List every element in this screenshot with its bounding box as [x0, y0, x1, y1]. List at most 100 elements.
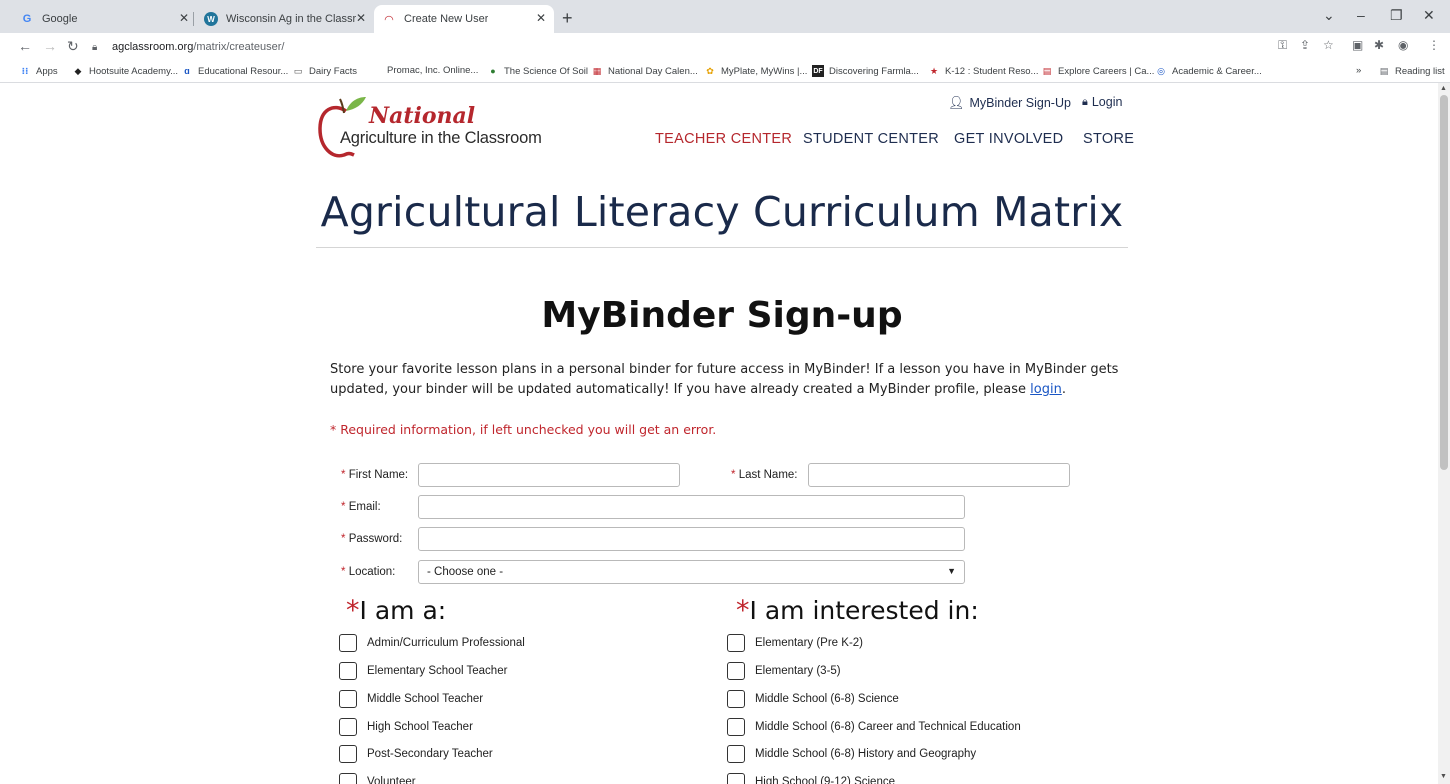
wordpress-icon: W: [204, 12, 218, 26]
checkbox-box[interactable]: [339, 773, 357, 784]
vertical-scrollbar[interactable]: ▲ ▼: [1438, 83, 1450, 784]
bookmark-apps[interactable]: ⁝⁝ Apps: [19, 65, 58, 77]
forward-arrow-icon[interactable]: →: [43, 38, 57, 54]
checkbox-box[interactable]: [727, 773, 745, 784]
checkbox-box[interactable]: [727, 634, 745, 652]
checkbox-box[interactable]: [339, 690, 357, 708]
i-am-heading: *I am a:: [346, 595, 447, 626]
checkbox-box[interactable]: [727, 718, 745, 736]
interested-heading: *I am interested in:: [736, 595, 979, 626]
reading-list-button[interactable]: ▤ Reading list: [1378, 65, 1445, 77]
star-icon: ★: [929, 65, 939, 76]
first-name-input[interactable]: [418, 463, 680, 487]
dairy-facts-icon: ▭: [293, 65, 303, 76]
share-icon[interactable]: ⇪: [1300, 38, 1310, 52]
bookmark-item[interactable]: ✿ MyPlate, MyWins |...: [704, 65, 807, 77]
checkbox-box[interactable]: [339, 718, 357, 736]
login-link[interactable]: 🔒︎ Login: [1082, 95, 1122, 109]
intro-paragraph: Store your favorite lesson plans in a pe…: [330, 362, 1119, 397]
extension-icon[interactable]: ▣: [1352, 38, 1363, 52]
tab-title: Create New User: [404, 13, 489, 25]
interest-checkbox[interactable]: Elementary (3-5): [727, 662, 841, 680]
interest-checkbox[interactable]: Middle School (6-8) Science: [727, 690, 899, 708]
user-plus-icon: 👤︎: [948, 95, 965, 110]
menu-kebab-icon[interactable]: ⋮: [1428, 38, 1440, 52]
close-icon[interactable]: ✕: [356, 11, 366, 25]
chevron-down-icon: ▼: [947, 566, 956, 576]
password-field[interactable]: [418, 527, 965, 551]
role-checkbox[interactable]: High School Teacher: [339, 718, 473, 736]
checkbox-box[interactable]: [727, 662, 745, 680]
star-bookmark-icon[interactable]: ☆: [1323, 38, 1334, 52]
last-name-input[interactable]: [808, 463, 1070, 487]
reload-icon[interactable]: ↻: [67, 38, 79, 55]
tab-create-new-user[interactable]: ◠ Create New User ✕: [374, 5, 554, 33]
window-close-icon[interactable]: ✕: [1423, 7, 1435, 24]
tab-title: Google: [42, 13, 78, 25]
apps-grid-icon: ⁝⁝: [21, 65, 29, 76]
restore-icon[interactable]: ❐: [1390, 7, 1403, 24]
nav-teacher-center[interactable]: TEACHER CENTER: [655, 131, 792, 147]
bookmark-item[interactable]: ● The Science Of Soil: [487, 65, 588, 77]
minimize-icon[interactable]: –: [1357, 7, 1365, 23]
hootsuite-icon: ◆: [74, 65, 82, 76]
lock-icon: 🔒︎: [92, 41, 98, 53]
bookmark-item[interactable]: ◎ Academic & Career...: [1155, 65, 1262, 77]
location-select[interactable]: - Choose one - ▼: [418, 560, 965, 584]
tab-google[interactable]: G Google ✕: [12, 5, 197, 33]
location-value: - Choose one -: [427, 566, 504, 578]
bookmark-item[interactable]: ★ K-12 : Student Reso...: [928, 65, 1039, 77]
checkbox-box[interactable]: [727, 745, 745, 763]
profile-avatar-icon[interactable]: ◉: [1398, 38, 1408, 52]
tab-wisconsin[interactable]: W Wisconsin Ag in the Classroom P ✕: [196, 5, 374, 33]
nav-student-center[interactable]: STUDENT CENTER: [803, 131, 939, 147]
checkbox-box[interactable]: [339, 662, 357, 680]
page-title: Agricultural Literacy Curriculum Matrix: [320, 188, 1124, 236]
address-bar[interactable]: 🔒︎ agclassroom.org/matrix/createuser/: [92, 36, 1272, 58]
scrollbar-thumb[interactable]: [1440, 95, 1448, 470]
close-icon[interactable]: ✕: [536, 11, 546, 25]
address-host: agclassroom.org: [112, 41, 194, 53]
nav-store[interactable]: STORE: [1083, 131, 1134, 147]
last-name-label: * Last Name:: [731, 469, 798, 481]
bookmark-overflow-chevron[interactable]: »: [1356, 65, 1361, 76]
password-label: * Password:: [341, 533, 403, 545]
checkbox-box[interactable]: [339, 745, 357, 763]
interest-checkbox[interactable]: High School (9-12) Science: [727, 773, 895, 784]
required-note: * Required information, if left unchecke…: [330, 422, 717, 437]
key-icon[interactable]: ⚿: [1278, 38, 1287, 53]
puzzle-icon[interactable]: ✱: [1374, 38, 1384, 52]
bookmark-item[interactable]: ▦ National Day Calen...: [591, 65, 698, 77]
logo[interactable]: National Agriculture in the Classroom: [316, 93, 546, 161]
email-field[interactable]: [418, 495, 965, 519]
bookmark-item[interactable]: DF Discovering Farmla...: [812, 65, 919, 77]
back-arrow-icon[interactable]: ←: [18, 38, 32, 54]
checkbox-box[interactable]: [339, 634, 357, 652]
role-checkbox[interactable]: Volunteer: [339, 773, 416, 784]
browser-tab-strip: G Google ✕ W Wisconsin Ag in the Classro…: [0, 0, 1450, 33]
bookmark-item[interactable]: ◆ Hootsuite Academy...: [72, 65, 179, 77]
nav-get-involved[interactable]: GET INVOLVED: [954, 131, 1063, 147]
role-checkbox[interactable]: Middle School Teacher: [339, 690, 483, 708]
scroll-down-arrow-icon[interactable]: ▼: [1440, 773, 1447, 780]
bookmark-item[interactable]: ▤ Explore Careers | Ca...: [1041, 65, 1155, 77]
interest-checkbox[interactable]: Elementary (Pre K-2): [727, 634, 863, 652]
interest-checkbox[interactable]: Middle School (6-8) Career and Technical…: [727, 718, 1021, 736]
tab-search-chevron-icon[interactable]: ⌄: [1323, 7, 1335, 24]
lock-icon: 🔒︎: [1082, 95, 1088, 108]
scroll-up-arrow-icon[interactable]: ▲: [1440, 85, 1447, 92]
role-checkbox[interactable]: Admin/Curriculum Professional: [339, 634, 525, 652]
bookmark-item[interactable]: ɑ Educational Resour...: [181, 65, 288, 77]
checkbox-box[interactable]: [727, 690, 745, 708]
bookmark-item[interactable]: Promac, Inc. Online...: [387, 65, 478, 76]
role-checkbox[interactable]: Post-Secondary Teacher: [339, 745, 493, 763]
close-icon[interactable]: ✕: [179, 11, 189, 25]
login-link-label: Login: [1091, 95, 1123, 109]
role-checkbox[interactable]: Elementary School Teacher: [339, 662, 507, 680]
mybinder-signup-link[interactable]: 👤︎ MyBinder Sign-Up: [948, 95, 1071, 111]
new-tab-plus-icon[interactable]: +: [562, 8, 573, 29]
interest-checkbox[interactable]: Middle School (6-8) History and Geograph…: [727, 745, 976, 763]
page-viewport: National Agriculture in the Classroom 👤︎…: [0, 83, 1438, 784]
bookmark-item[interactable]: ▭ Dairy Facts: [292, 65, 357, 77]
login-inline-link[interactable]: login: [1030, 382, 1062, 397]
